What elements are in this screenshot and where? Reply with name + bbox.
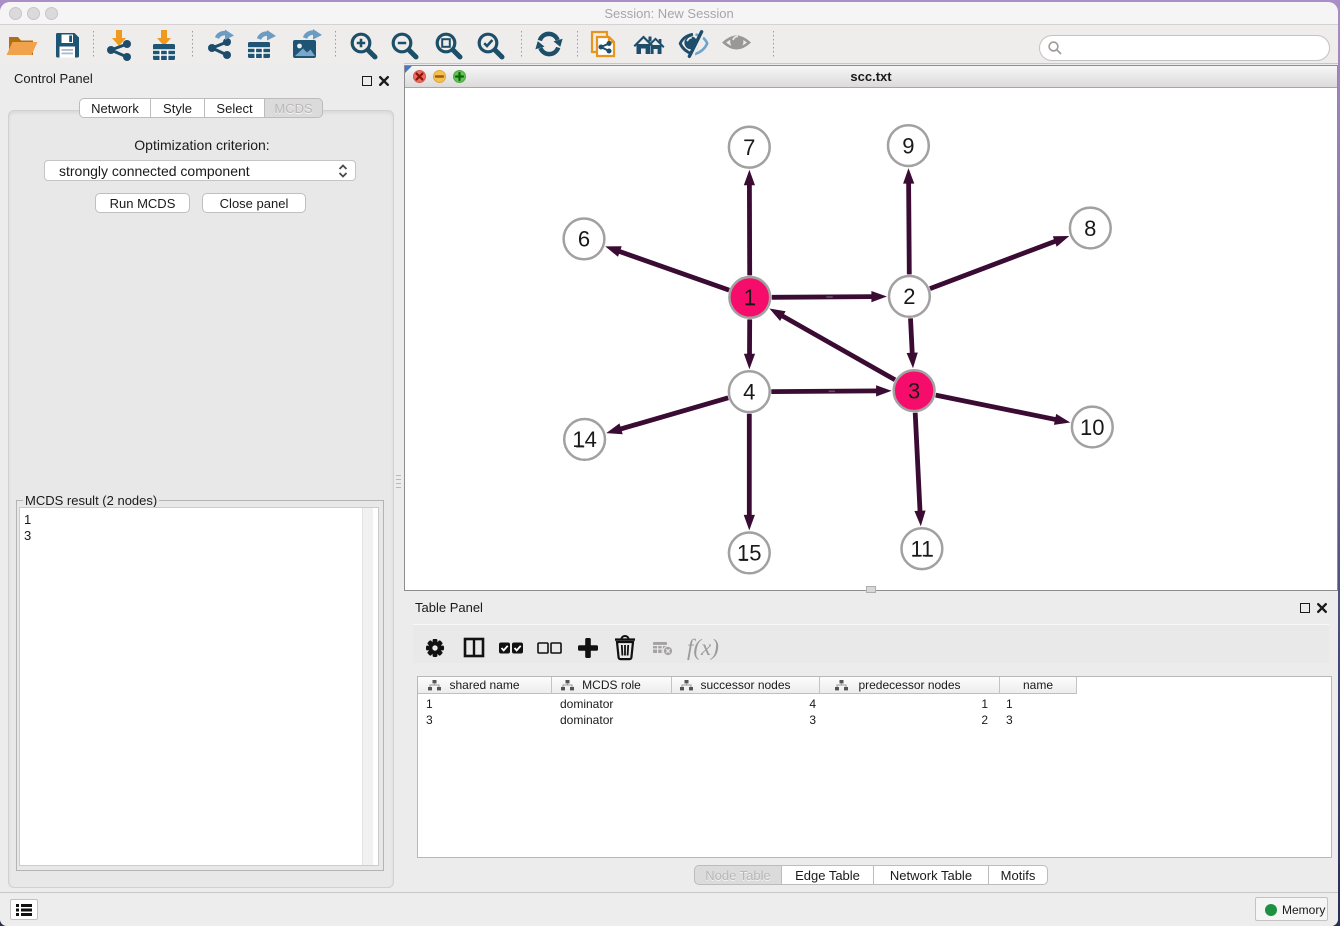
svg-text:7: 7: [743, 135, 755, 160]
svg-text:8: 8: [1084, 216, 1096, 241]
svg-text:1: 1: [744, 285, 756, 310]
svg-text:2: 2: [903, 284, 915, 309]
svg-text:15: 15: [737, 541, 761, 566]
svg-text:f(x): f(x): [687, 635, 719, 660]
svg-text:14: 14: [572, 427, 596, 452]
svg-text:10: 10: [1080, 415, 1104, 440]
svg-text:6: 6: [578, 227, 590, 252]
svg-text:3: 3: [908, 379, 920, 404]
svg-text:11: 11: [910, 537, 933, 562]
svg-text:4: 4: [743, 380, 755, 405]
svg-text:9: 9: [902, 133, 914, 158]
